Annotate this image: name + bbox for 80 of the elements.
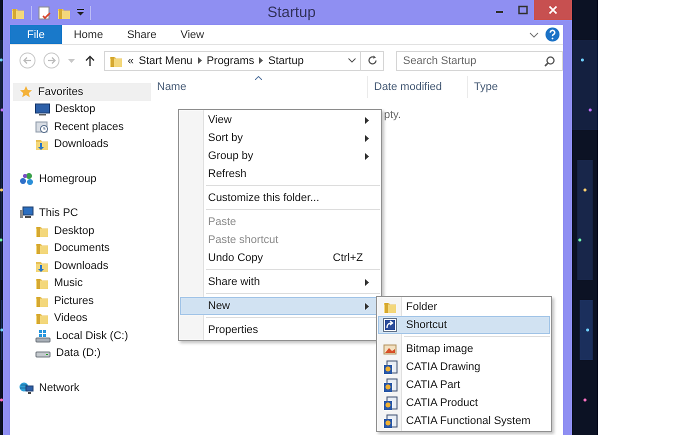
document-icon [383, 360, 398, 375]
column-header[interactable]: Name [151, 76, 367, 98]
network-icon [19, 380, 34, 395]
empty-folder-message: pty. [384, 109, 401, 121]
document-icon [383, 378, 398, 393]
computer-icon [19, 206, 34, 220]
menu-item[interactable]: Undo Copy Ctrl+Z [180, 249, 380, 267]
document-icon [383, 414, 398, 429]
menu-item[interactable]: Share with [180, 273, 380, 291]
menu-item[interactable]: View [180, 111, 380, 129]
submenu-arrow-icon [365, 278, 369, 286]
nav-item[interactable]: Documents [13, 240, 151, 257]
nav-item[interactable]: Recent places [13, 118, 151, 136]
folder-download-icon [35, 137, 49, 152]
caret-icon [68, 58, 76, 62]
recent-places-icon [35, 120, 49, 134]
close-button[interactable] [534, 0, 572, 20]
submenu-arrow-icon [365, 134, 369, 142]
breadcrumb[interactable]: Startup [268, 54, 304, 66]
chevron-down-icon [529, 30, 539, 38]
ribbon-tab[interactable]: File [10, 25, 62, 44]
nav-item[interactable]: Pictures [13, 292, 151, 310]
breadcrumb[interactable]: Start Menu [138, 54, 193, 66]
nav-item[interactable]: Homegroup [13, 170, 151, 188]
document-icon [383, 396, 398, 411]
menu-item[interactable]: Refresh [180, 165, 380, 183]
nav-item[interactable]: Downloads [13, 257, 151, 274]
nav-item[interactable]: Desktop [13, 100, 151, 118]
menu-item[interactable]: Sort by [180, 129, 380, 147]
chevron-right-icon [259, 57, 264, 64]
nav-item[interactable]: Desktop [13, 222, 151, 240]
refresh-icon [366, 55, 378, 66]
monitor-icon [35, 102, 50, 116]
nav-item[interactable]: Data (D:) [13, 344, 151, 362]
folder-icon [35, 276, 49, 290]
properties-icon [38, 6, 51, 20]
submenu-arrow-icon [365, 152, 369, 160]
menu-item[interactable]: Properties [180, 321, 380, 339]
nav-item[interactable]: Music [13, 274, 151, 292]
menu-item[interactable]: Shortcut [378, 316, 550, 334]
menu-item[interactable]: Customize this folder... [180, 189, 380, 207]
nav-item[interactable]: Local Disk (C:) [13, 327, 151, 344]
search-icon [544, 56, 556, 66]
chevron-right-icon [198, 57, 202, 64]
submenu-arrow-icon [365, 116, 369, 124]
menu-item[interactable]: CATIA Drawing [378, 358, 550, 376]
shortcut-arrow-icon [383, 318, 397, 332]
paint-icon [383, 342, 397, 356]
folder-icon [35, 311, 49, 326]
search-field[interactable]: Search Startup [396, 50, 564, 70]
star-icon [19, 84, 33, 99]
nav-item[interactable]: Downloads [13, 136, 151, 153]
breadcrumb-overflow[interactable]: « [128, 54, 134, 66]
menu-item[interactable]: CATIA Part [378, 376, 550, 394]
up-arrow-icon [84, 54, 95, 66]
folder-icon [35, 241, 49, 256]
drive-icon [35, 328, 51, 343]
ribbon-tab[interactable]: Home [62, 25, 116, 44]
nav-item[interactable]: Favorites [13, 83, 151, 100]
ribbon-tab[interactable]: View [168, 25, 216, 44]
chevron-down-icon [348, 58, 356, 63]
menu-item[interactable]: Group by [180, 147, 380, 165]
homegroup-icon [19, 172, 34, 186]
menu-item[interactable]: CATIA Functional System [378, 412, 550, 430]
close-icon [548, 5, 558, 15]
nav-item[interactable]: Videos [13, 310, 151, 327]
ribbon-tab[interactable]: Share [115, 25, 168, 44]
nav-item[interactable]: Network [13, 379, 151, 396]
menu-item[interactable]: CATIA Product [378, 394, 550, 412]
window-title: Startup [267, 4, 316, 21]
submenu-arrow-icon [365, 302, 369, 310]
breadcrumb[interactable]: Programs [206, 54, 254, 66]
nav-item[interactable]: This PC [13, 204, 151, 222]
menu-item[interactable]: Bitmap image [378, 340, 550, 358]
menu-item[interactable]: Folder [378, 298, 550, 316]
maximize-icon [518, 5, 528, 15]
folder-icon [383, 300, 397, 314]
address-bar[interactable]: « Start Menu Programs Startup [104, 50, 384, 70]
dropdown-icon [77, 9, 84, 16]
column-header[interactable]: Date modified [367, 76, 467, 98]
